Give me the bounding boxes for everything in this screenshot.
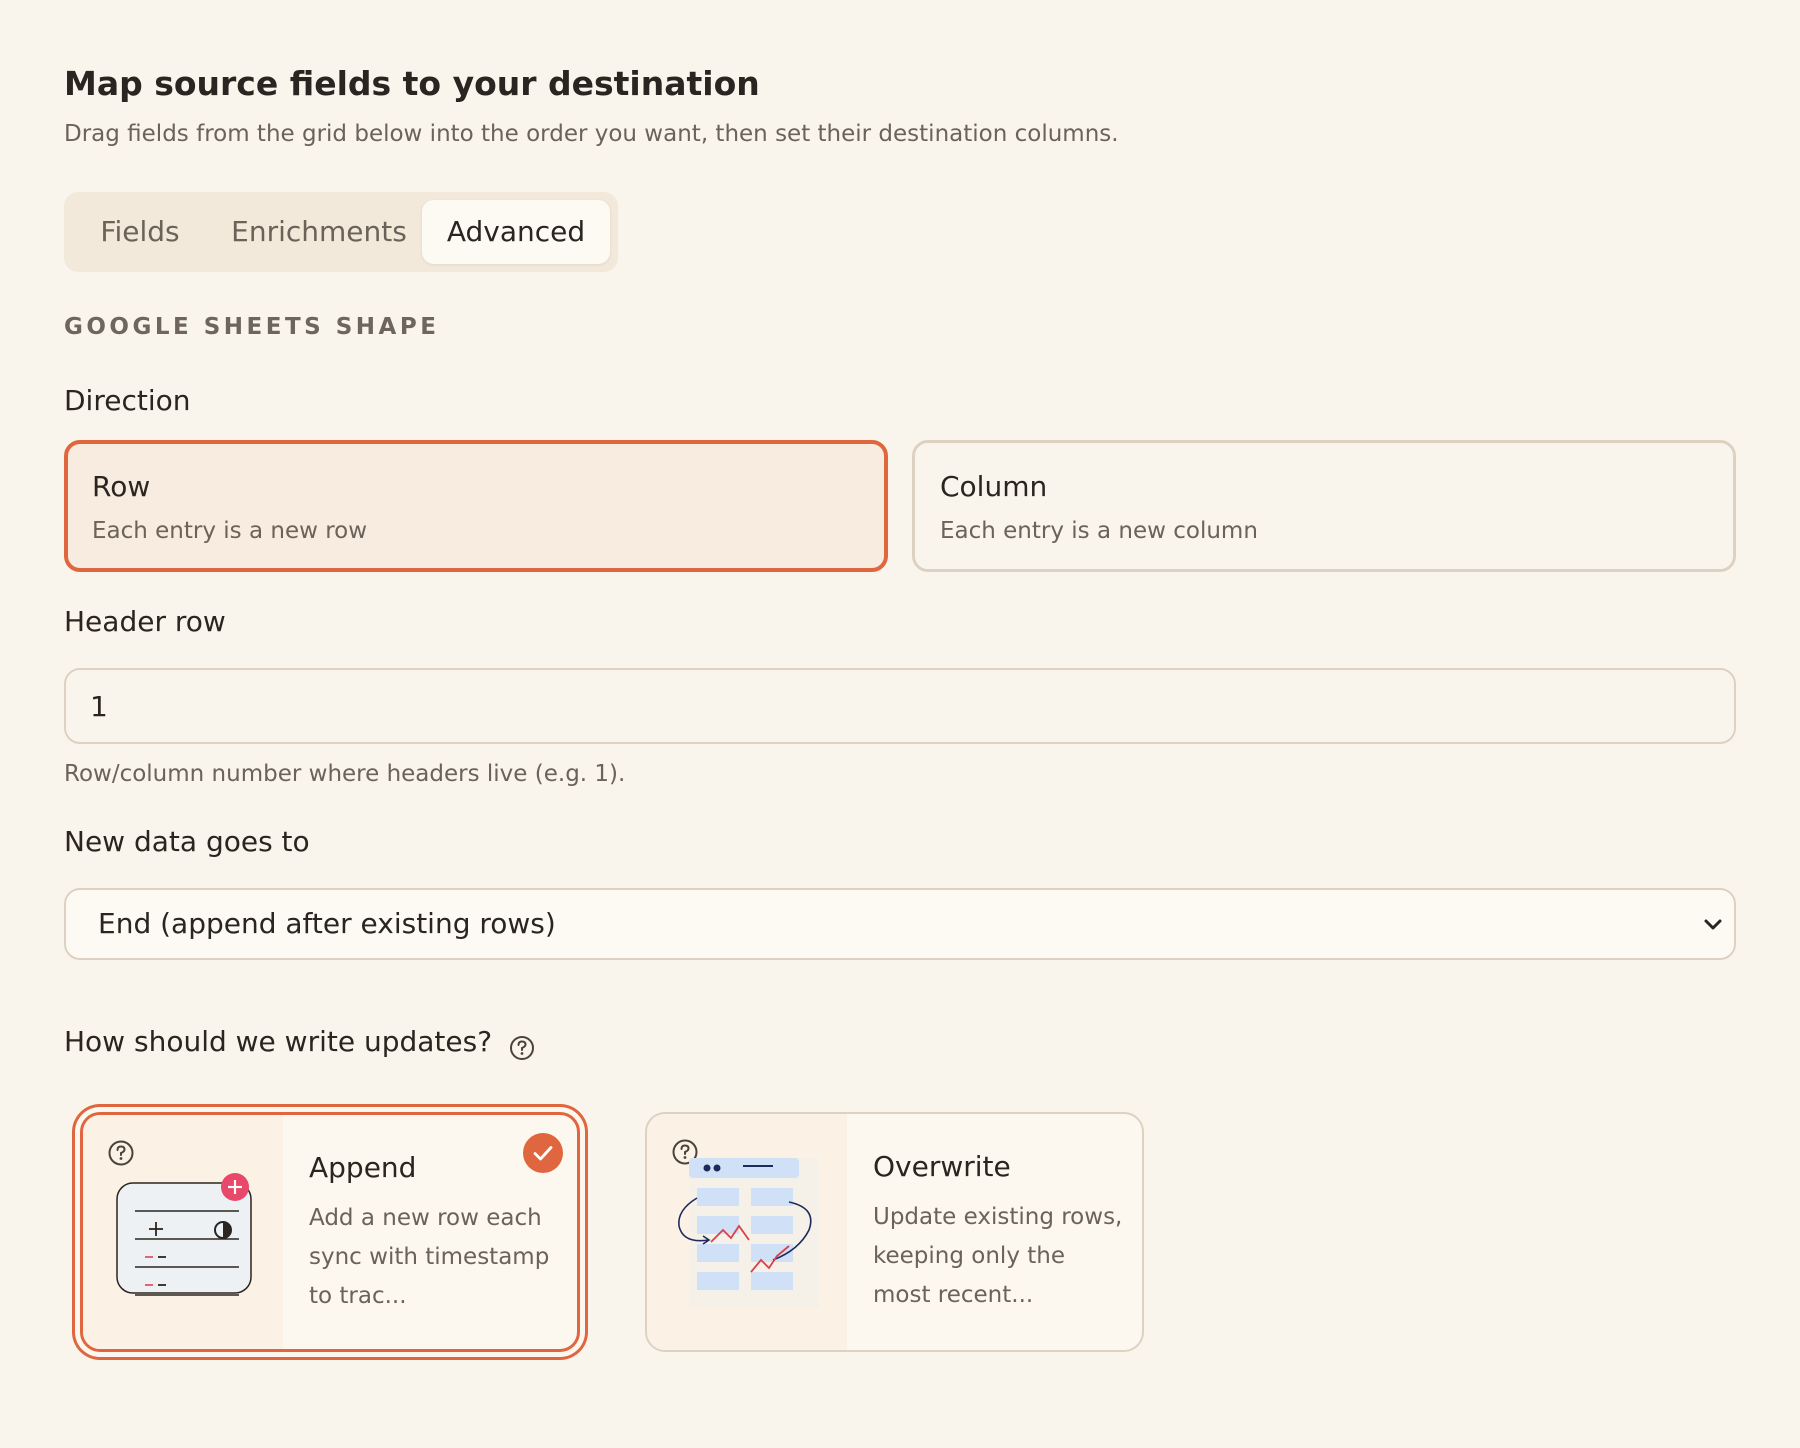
write-mode-option-description: Add a new row each sync with timestamp t… — [309, 1205, 550, 1309]
check-circle-icon — [523, 1133, 563, 1173]
direction-label: Direction — [64, 384, 191, 417]
header-row-hint: Row/column number where headers live (e.… — [64, 761, 626, 787]
write-mode-option-description: Update existing rows, keeping only the m… — [873, 1204, 1123, 1308]
header-row-input[interactable] — [64, 668, 1736, 744]
write-mode-option-append[interactable]: Append Add a new row each sync with time… — [80, 1112, 580, 1352]
write-mode-option-title: Append — [309, 1151, 417, 1184]
direction-option-title: Column — [940, 470, 1048, 503]
write-mode-option-title: Overwrite — [873, 1150, 1011, 1183]
direction-option-description: Each entry is a new column — [940, 518, 1258, 544]
section-heading: GOOGLE SHEETS SHAPE — [64, 314, 440, 340]
page-title: Map source fields to your destination — [64, 64, 760, 103]
tab-advanced[interactable]: Advanced — [422, 200, 610, 264]
append-rows-illustration — [116, 1173, 252, 1296]
direction-option-description: Each entry is a new row — [92, 518, 368, 544]
chevron-down-icon — [1704, 919, 1722, 930]
page: Map source fields to your destination Dr… — [0, 0, 1800, 1448]
tab-enrichments[interactable]: Enrichments — [216, 200, 422, 264]
new-data-selected-value: End (append after existing rows) — [98, 907, 556, 940]
direction-option-row[interactable]: Row Each entry is a new row — [64, 440, 888, 572]
direction-option-title: Row — [92, 470, 151, 503]
new-data-label: New data goes to — [64, 825, 310, 858]
tab-bar: Fields Enrichments Advanced — [64, 192, 618, 272]
overwrite-rows-illustration — [678, 1158, 819, 1308]
header-row-label: Header row — [64, 605, 226, 638]
tab-fields[interactable]: Fields — [72, 200, 208, 264]
page-subtitle: Drag fields from the grid below into the… — [64, 121, 1119, 147]
direction-option-column[interactable]: Column Each entry is a new column — [912, 440, 1736, 572]
question-circle-icon[interactable] — [508, 1034, 536, 1062]
write-mode-label: How should we write updates? — [64, 1025, 493, 1058]
write-mode-option-overwrite[interactable]: Overwrite Update existing rows, keeping … — [645, 1112, 1144, 1352]
new-data-select[interactable]: End (append after existing rows) — [64, 888, 1736, 960]
